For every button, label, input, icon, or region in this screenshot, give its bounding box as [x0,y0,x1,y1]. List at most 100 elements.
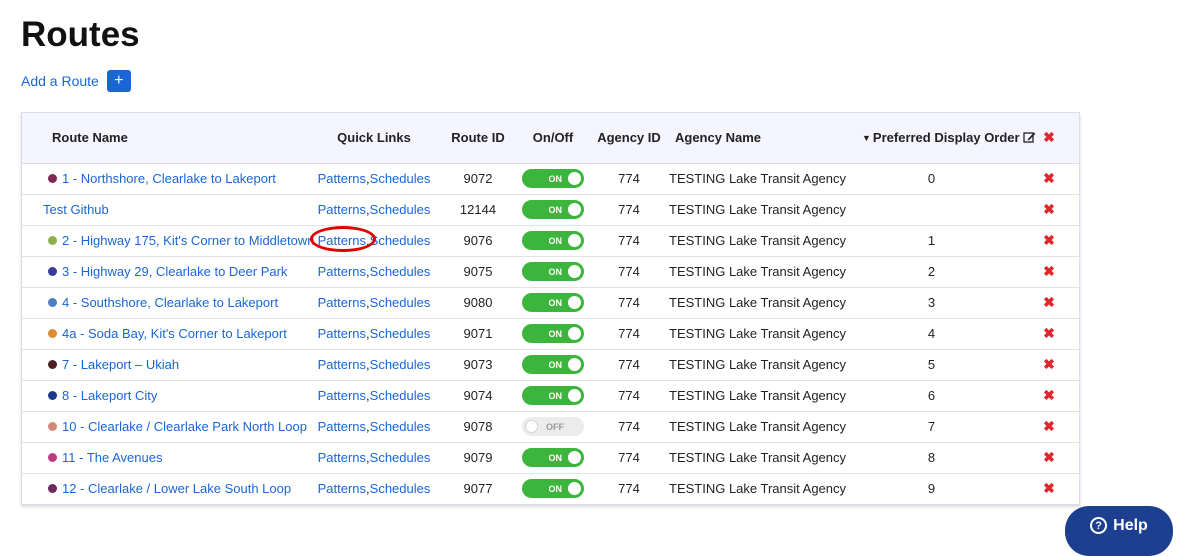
delete-icon[interactable]: ✖ [1043,294,1055,310]
patterns-link[interactable]: Patterns [318,202,366,217]
on-off-toggle[interactable]: ON [522,386,584,405]
add-route-button[interactable]: + [106,70,131,92]
display-order-cell[interactable]: 8 [844,442,1019,473]
display-order-cell[interactable]: 4 [844,318,1019,349]
toggle-label: OFF [546,421,564,432]
on-off-toggle[interactable]: ON [522,355,584,374]
column-header-quick-links: Quick Links [309,113,439,164]
schedules-link[interactable]: Schedules [370,171,431,186]
route-name-link[interactable]: 4a - Soda Bay, Kit's Corner to Lakeport [62,326,287,341]
on-off-toggle[interactable]: ON [522,479,584,498]
delete-all-icon[interactable]: ✖ [1043,129,1055,145]
delete-icon[interactable]: ✖ [1043,232,1055,248]
sort-desc-icon: ▼ [862,133,871,144]
delete-cell: ✖ [1019,256,1079,287]
patterns-link[interactable]: Patterns [318,326,366,341]
delete-cell: ✖ [1019,442,1079,473]
display-order-cell[interactable] [844,194,1019,225]
delete-cell: ✖ [1019,163,1079,194]
schedules-link[interactable]: Schedules [370,481,431,496]
on-off-toggle[interactable]: ON [522,231,584,250]
delete-icon[interactable]: ✖ [1043,356,1055,372]
route-name-link[interactable]: 12 - Clearlake / Lower Lake South Loop [62,481,291,496]
patterns-link[interactable]: Patterns [318,171,366,186]
route-name-link[interactable]: 8 - Lakeport City [62,388,157,403]
route-id-cell: 9072 [463,171,493,186]
on-off-toggle[interactable]: ON [522,293,584,312]
schedules-link[interactable]: Schedules [370,450,431,465]
schedules-link[interactable]: Schedules [370,233,431,248]
display-order-cell[interactable]: 3 [844,287,1019,318]
schedules-link[interactable]: Schedules [370,326,431,341]
route-name-cell: 11 - The Avenues [22,442,309,473]
on-off-toggle[interactable]: OFF [522,417,584,436]
delete-icon[interactable]: ✖ [1043,387,1055,403]
route-name-link[interactable]: 2 - Highway 175, Kit's Corner to Middlet… [62,233,314,248]
toggle-knob [568,358,581,371]
route-name-link[interactable]: 11 - The Avenues [62,450,162,465]
route-id-cell: 9080 [463,295,493,310]
patterns-link[interactable]: Patterns [318,233,366,248]
route-name-cell: 3 - Highway 29, Clearlake to Deer Park [22,256,309,287]
route-name-link[interactable]: Test Github [43,202,109,217]
patterns-link[interactable]: Patterns [318,295,366,310]
display-order-cell[interactable]: 1 [844,225,1019,256]
toggle-label: ON [548,173,563,184]
toggle-knob [568,234,581,247]
column-header-route-name[interactable]: Route Name [22,113,309,164]
schedules-link[interactable]: Schedules [370,202,431,217]
schedules-link[interactable]: Schedules [370,357,431,372]
column-header-on-off[interactable]: On/Off [517,113,589,164]
display-order-cell[interactable]: 0 [844,163,1019,194]
delete-icon[interactable]: ✖ [1043,449,1055,465]
route-name-cell: 8 - Lakeport City [22,380,309,411]
display-order-cell[interactable]: 9 [844,473,1019,504]
delete-cell: ✖ [1019,473,1079,504]
route-name-link[interactable]: 1 - Northshore, Clearlake to Lakeport [62,171,276,186]
route-name-cell: 1 - Northshore, Clearlake to Lakeport [22,163,309,194]
display-order-cell[interactable]: 2 [844,256,1019,287]
patterns-link[interactable]: Patterns [318,450,366,465]
quick-links-cell: Patterns,Schedules [309,380,439,411]
patterns-link[interactable]: Patterns [318,481,366,496]
delete-icon[interactable]: ✖ [1043,418,1055,434]
on-off-toggle[interactable]: ON [522,169,584,188]
display-order-cell[interactable]: 5 [844,349,1019,380]
delete-icon[interactable]: ✖ [1043,325,1055,341]
schedules-link[interactable]: Schedules [370,295,431,310]
route-name-link[interactable]: 3 - Highway 29, Clearlake to Deer Park [62,264,287,279]
help-button[interactable]: ? Help [1065,506,1173,556]
delete-icon[interactable]: ✖ [1043,170,1055,186]
route-id-cell: 9075 [463,264,493,279]
add-route-link[interactable]: Add a Route [21,73,99,89]
on-off-toggle[interactable]: ON [522,324,584,343]
column-header-preferred-display-order[interactable]: ▼ Preferred Display Order [844,113,1035,164]
column-header-agency-name[interactable]: Agency Name [669,113,844,164]
display-order-cell[interactable]: 7 [844,411,1019,442]
delete-icon[interactable]: ✖ [1043,480,1055,496]
patterns-link[interactable]: Patterns [318,419,366,434]
table-row: 11 - The Avenues Patterns,Schedules 9079… [22,442,1079,473]
route-name-link[interactable]: 4 - Southshore, Clearlake to Lakeport [62,295,278,310]
patterns-link[interactable]: Patterns [318,388,366,403]
schedules-link[interactable]: Schedules [370,388,431,403]
on-off-toggle[interactable]: ON [522,448,584,467]
route-name-cell: 10 - Clearlake / Clearlake Park North Lo… [22,411,309,442]
column-header-agency-id[interactable]: Agency ID [589,113,669,164]
help-icon: ? [1090,517,1108,534]
route-name-link[interactable]: 10 - Clearlake / Clearlake Park North Lo… [62,419,307,434]
schedules-link[interactable]: Schedules [370,264,431,279]
on-off-toggle[interactable]: ON [522,262,584,281]
column-header-route-id[interactable]: Route ID [439,113,517,164]
agency-id-cell: 774 [618,326,640,341]
route-name-link[interactable]: 7 - Lakeport – Ukiah [62,357,179,372]
patterns-link[interactable]: Patterns [318,264,366,279]
edit-icon[interactable] [1022,131,1036,146]
display-order-cell[interactable]: 6 [844,380,1019,411]
delete-icon[interactable]: ✖ [1043,201,1055,217]
delete-cell: ✖ [1019,411,1079,442]
schedules-link[interactable]: Schedules [370,419,431,434]
on-off-toggle[interactable]: ON [522,200,584,219]
patterns-link[interactable]: Patterns [318,357,366,372]
delete-icon[interactable]: ✖ [1043,263,1055,279]
